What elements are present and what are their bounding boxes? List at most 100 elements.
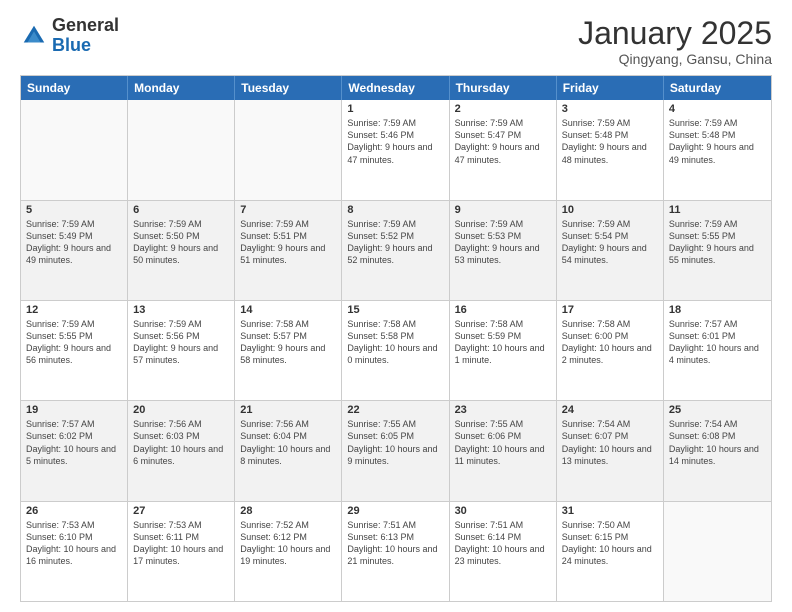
calendar-cell-26: 26 Sunrise: 7:53 AM Sunset: 6:10 PM Dayli… [21,502,128,601]
calendar-cell-28: 28 Sunrise: 7:52 AM Sunset: 6:12 PM Dayli… [235,502,342,601]
day-number: 6 [133,204,229,216]
day-info: Sunrise: 7:55 AM Sunset: 6:05 PM Dayligh… [347,418,443,467]
calendar-cell-3: 3 Sunrise: 7:59 AM Sunset: 5:48 PM Daylig… [557,100,664,199]
calendar-cell-31: 31 Sunrise: 7:50 AM Sunset: 6:15 PM Dayli… [557,502,664,601]
day-info: Sunrise: 7:54 AM Sunset: 6:07 PM Dayligh… [562,418,658,467]
calendar-cell-27: 27 Sunrise: 7:53 AM Sunset: 6:11 PM Dayli… [128,502,235,601]
day-number: 3 [562,103,658,115]
calendar-cell-empty-00 [21,100,128,199]
day-number: 10 [562,204,658,216]
day-number: 16 [455,304,551,316]
day-number: 22 [347,404,443,416]
calendar-cell-7: 7 Sunrise: 7:59 AM Sunset: 5:51 PM Daylig… [235,201,342,300]
day-number: 23 [455,404,551,416]
calendar-cell-12: 12 Sunrise: 7:59 AM Sunset: 5:55 PM Dayli… [21,301,128,400]
calendar-cell-empty-46 [664,502,771,601]
day-info: Sunrise: 7:59 AM Sunset: 5:55 PM Dayligh… [669,218,766,267]
calendar-cell-empty-02 [235,100,342,199]
day-info: Sunrise: 7:59 AM Sunset: 5:48 PM Dayligh… [562,117,658,166]
calendar-cell-18: 18Sunrise: 7:57 AM Sunset: 6:01 PM Dayli… [664,301,771,400]
calendar-cell-9: 9 Sunrise: 7:59 AM Sunset: 5:53 PM Daylig… [450,201,557,300]
day-number: 26 [26,505,122,517]
logo-text: General Blue [52,16,119,56]
day-number: 4 [669,103,766,115]
day-info: Sunrise: 7:59 AM Sunset: 5:53 PM Dayligh… [455,218,551,267]
calendar-cell-14: 14Sunrise: 7:58 AM Sunset: 5:57 PM Dayli… [235,301,342,400]
calendar: SundayMondayTuesdayWednesdayThursdayFrid… [20,75,772,602]
day-info: Sunrise: 7:58 AM Sunset: 5:58 PM Dayligh… [347,318,443,367]
calendar-row-4: 19Sunrise: 7:57 AM Sunset: 6:02 PM Dayli… [21,400,771,500]
day-info: Sunrise: 7:55 AM Sunset: 6:06 PM Dayligh… [455,418,551,467]
day-info: Sunrise: 7:50 AM Sunset: 6:15 PM Dayligh… [562,519,658,568]
calendar-cell-21: 21 Sunrise: 7:56 AM Sunset: 6:04 PM Dayli… [235,401,342,500]
header: General Blue January 2025 Qingyang, Gans… [20,16,772,67]
day-number: 5 [26,204,122,216]
day-number: 2 [455,103,551,115]
day-number: 1 [347,103,443,115]
day-info: Sunrise: 7:59 AM Sunset: 5:52 PM Dayligh… [347,218,443,267]
day-info: Sunrise: 7:58 AM Sunset: 5:57 PM Dayligh… [240,318,336,367]
day-number: 8 [347,204,443,216]
day-number: 29 [347,505,443,517]
day-info: Sunrise: 7:54 AM Sunset: 6:08 PM Dayligh… [669,418,766,467]
header-day-sunday: Sunday [21,76,128,100]
month-title: January 2025 [578,16,772,51]
calendar-cell-24: 24Sunrise: 7:54 AM Sunset: 6:07 PM Dayli… [557,401,664,500]
header-day-wednesday: Wednesday [342,76,449,100]
day-info: Sunrise: 7:59 AM Sunset: 5:55 PM Dayligh… [26,318,122,367]
calendar-cell-6: 6 Sunrise: 7:59 AM Sunset: 5:50 PM Daylig… [128,201,235,300]
day-info: Sunrise: 7:51 AM Sunset: 6:14 PM Dayligh… [455,519,551,568]
calendar-header: SundayMondayTuesdayWednesdayThursdayFrid… [21,76,771,100]
day-number: 7 [240,204,336,216]
day-info: Sunrise: 7:59 AM Sunset: 5:50 PM Dayligh… [133,218,229,267]
calendar-row-5: 26 Sunrise: 7:53 AM Sunset: 6:10 PM Dayli… [21,501,771,601]
logo-general: General [52,15,119,35]
day-info: Sunrise: 7:53 AM Sunset: 6:11 PM Dayligh… [133,519,229,568]
day-number: 15 [347,304,443,316]
calendar-cell-1: 1Sunrise: 7:59 AM Sunset: 5:46 PM Daylig… [342,100,449,199]
calendar-row-3: 12 Sunrise: 7:59 AM Sunset: 5:55 PM Dayli… [21,300,771,400]
day-number: 31 [562,505,658,517]
header-day-saturday: Saturday [664,76,771,100]
day-info: Sunrise: 7:56 AM Sunset: 6:04 PM Dayligh… [240,418,336,467]
day-info: Sunrise: 7:57 AM Sunset: 6:01 PM Dayligh… [669,318,766,367]
day-info: Sunrise: 7:57 AM Sunset: 6:02 PM Dayligh… [26,418,122,467]
day-info: Sunrise: 7:59 AM Sunset: 5:51 PM Dayligh… [240,218,336,267]
day-info: Sunrise: 7:52 AM Sunset: 6:12 PM Dayligh… [240,519,336,568]
day-info: Sunrise: 7:59 AM Sunset: 5:49 PM Dayligh… [26,218,122,267]
calendar-row-2: 5 Sunrise: 7:59 AM Sunset: 5:49 PM Daylig… [21,200,771,300]
page: General Blue January 2025 Qingyang, Gans… [0,0,792,612]
calendar-cell-5: 5 Sunrise: 7:59 AM Sunset: 5:49 PM Daylig… [21,201,128,300]
calendar-cell-17: 17Sunrise: 7:58 AM Sunset: 6:00 PM Dayli… [557,301,664,400]
day-info: Sunrise: 7:58 AM Sunset: 5:59 PM Dayligh… [455,318,551,367]
calendar-body: 1Sunrise: 7:59 AM Sunset: 5:46 PM Daylig… [21,100,771,601]
calendar-cell-2: 2Sunrise: 7:59 AM Sunset: 5:47 PM Daylig… [450,100,557,199]
day-number: 21 [240,404,336,416]
calendar-cell-11: 11Sunrise: 7:59 AM Sunset: 5:55 PM Dayli… [664,201,771,300]
logo-blue: Blue [52,35,91,55]
calendar-cell-8: 8 Sunrise: 7:59 AM Sunset: 5:52 PM Daylig… [342,201,449,300]
title-block: January 2025 Qingyang, Gansu, China [578,16,772,67]
day-number: 9 [455,204,551,216]
day-info: Sunrise: 7:56 AM Sunset: 6:03 PM Dayligh… [133,418,229,467]
calendar-cell-20: 20Sunrise: 7:56 AM Sunset: 6:03 PM Dayli… [128,401,235,500]
day-number: 28 [240,505,336,517]
day-number: 12 [26,304,122,316]
header-day-tuesday: Tuesday [235,76,342,100]
header-day-friday: Friday [557,76,664,100]
calendar-cell-10: 10 Sunrise: 7:59 AM Sunset: 5:54 PM Dayli… [557,201,664,300]
day-info: Sunrise: 7:53 AM Sunset: 6:10 PM Dayligh… [26,519,122,568]
day-info: Sunrise: 7:59 AM Sunset: 5:54 PM Dayligh… [562,218,658,267]
subtitle: Qingyang, Gansu, China [578,51,772,67]
header-day-monday: Monday [128,76,235,100]
day-number: 27 [133,505,229,517]
day-info: Sunrise: 7:58 AM Sunset: 6:00 PM Dayligh… [562,318,658,367]
day-number: 30 [455,505,551,517]
logo: General Blue [20,16,119,56]
calendar-cell-15: 15 Sunrise: 7:58 AM Sunset: 5:58 PM Dayli… [342,301,449,400]
calendar-cell-30: 30 Sunrise: 7:51 AM Sunset: 6:14 PM Dayli… [450,502,557,601]
calendar-cell-25: 25Sunrise: 7:54 AM Sunset: 6:08 PM Dayli… [664,401,771,500]
calendar-cell-13: 13Sunrise: 7:59 AM Sunset: 5:56 PM Dayli… [128,301,235,400]
day-number: 13 [133,304,229,316]
day-info: Sunrise: 7:51 AM Sunset: 6:13 PM Dayligh… [347,519,443,568]
